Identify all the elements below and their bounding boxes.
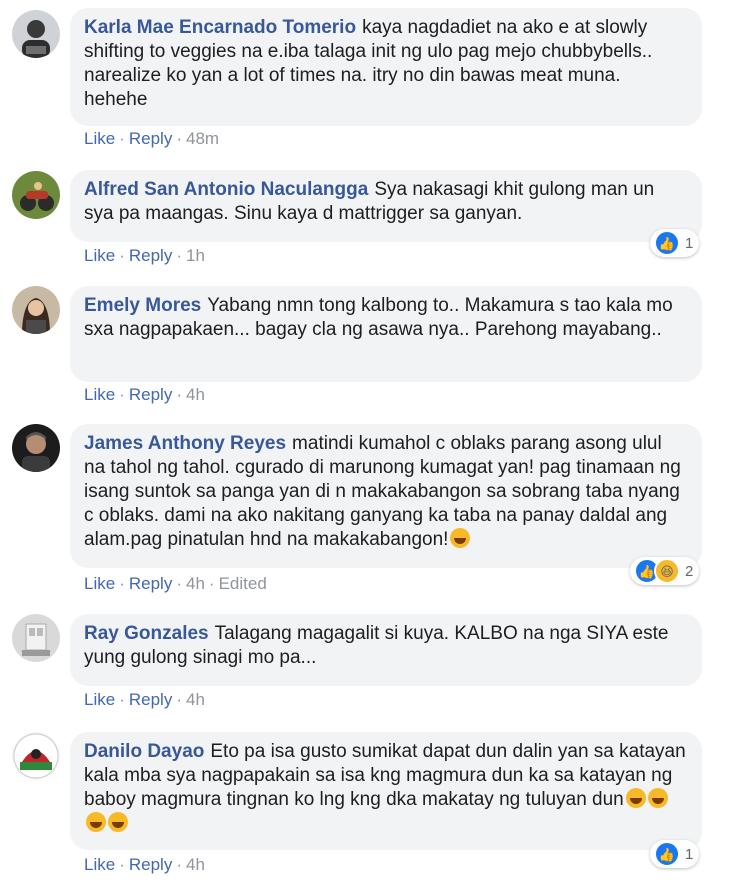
- reply-link[interactable]: Reply: [129, 129, 172, 148]
- comment-author[interactable]: James Anthony Reyes: [84, 433, 286, 454]
- tongue-out-emoji: [450, 528, 471, 548]
- reaction-summary[interactable]: 👍 😆 2: [630, 557, 700, 585]
- thumbs-up-icon: 👍: [654, 230, 680, 256]
- comment-actions: Like · Reply · 4h · Edited: [84, 574, 267, 593]
- comment-bubble: Ray Gonzales Talagang magagalit si kuya. …: [70, 614, 702, 686]
- like-link[interactable]: Like: [84, 855, 115, 874]
- comment-timestamp[interactable]: 4h: [186, 690, 205, 709]
- reply-link[interactable]: Reply: [129, 690, 172, 709]
- tears-of-joy-emoji: [86, 812, 106, 832]
- avatar[interactable]: [12, 10, 60, 58]
- edited-label[interactable]: Edited: [219, 574, 267, 593]
- comment-author[interactable]: Alfred San Antonio Naculangga: [84, 179, 368, 200]
- like-link[interactable]: Like: [84, 574, 115, 593]
- tears-of-joy-emoji: [647, 788, 668, 808]
- comment-bubble: Alfred San Antonio Naculangga Sya nakasag…: [70, 170, 702, 242]
- comment-author[interactable]: Ray Gonzales: [84, 623, 209, 644]
- comment-author[interactable]: Karla Mae Encarnado Tomerio: [84, 17, 356, 38]
- comment-actions: Like · Reply · 4h: [84, 855, 205, 874]
- like-link[interactable]: Like: [84, 385, 115, 404]
- tears-of-joy-emoji: [625, 788, 646, 808]
- comment-bubble: James Anthony Reyes matindi kumahol c obl…: [70, 424, 702, 568]
- avatar[interactable]: [12, 732, 60, 780]
- avatar[interactable]: [12, 171, 60, 219]
- comment-timestamp[interactable]: 48m: [186, 129, 219, 148]
- laughing-face-icon: 😆: [654, 558, 680, 584]
- reply-link[interactable]: Reply: [129, 246, 172, 265]
- reaction-count: 2: [685, 562, 694, 580]
- comment-timestamp[interactable]: 1h: [186, 246, 205, 265]
- comment-actions: Like · Reply · 4h: [84, 690, 205, 709]
- comment-bubble: Karla Mae Encarnado Tomerio kaya nagdadie…: [70, 8, 702, 126]
- reply-link[interactable]: Reply: [129, 385, 172, 404]
- reaction-summary[interactable]: 👍 1: [650, 229, 700, 257]
- reply-link[interactable]: Reply: [129, 855, 172, 874]
- comment-actions: Like · Reply · 48m: [84, 129, 220, 148]
- reaction-summary[interactable]: 👍 1: [650, 840, 700, 868]
- like-link[interactable]: Like: [84, 129, 115, 148]
- comment-bubble: Emely Mores Yabang nmn tong kalbong to.. …: [70, 286, 702, 382]
- comment-author[interactable]: Danilo Dayao: [84, 741, 204, 762]
- avatar[interactable]: [12, 614, 60, 662]
- tears-of-joy-emoji: [108, 812, 128, 832]
- reaction-count: 1: [685, 845, 694, 863]
- comment-timestamp[interactable]: 4h: [186, 574, 205, 593]
- reply-link[interactable]: Reply: [129, 574, 172, 593]
- like-link[interactable]: Like: [84, 690, 115, 709]
- reaction-count: 1: [685, 234, 694, 252]
- like-link[interactable]: Like: [84, 246, 115, 265]
- comment-timestamp[interactable]: 4h: [186, 385, 205, 404]
- thumbs-up-icon: 👍: [654, 841, 680, 867]
- comment-actions: Like · Reply · 1h: [84, 246, 205, 265]
- comment-author[interactable]: Emely Mores: [84, 295, 201, 316]
- comment-bubble: Danilo Dayao Eto pa isa gusto sumikat dap…: [70, 732, 702, 850]
- comment-actions: Like · Reply · 4h: [84, 385, 205, 404]
- avatar[interactable]: [12, 424, 60, 472]
- avatar[interactable]: [12, 286, 60, 334]
- comment-timestamp[interactable]: 4h: [186, 855, 205, 874]
